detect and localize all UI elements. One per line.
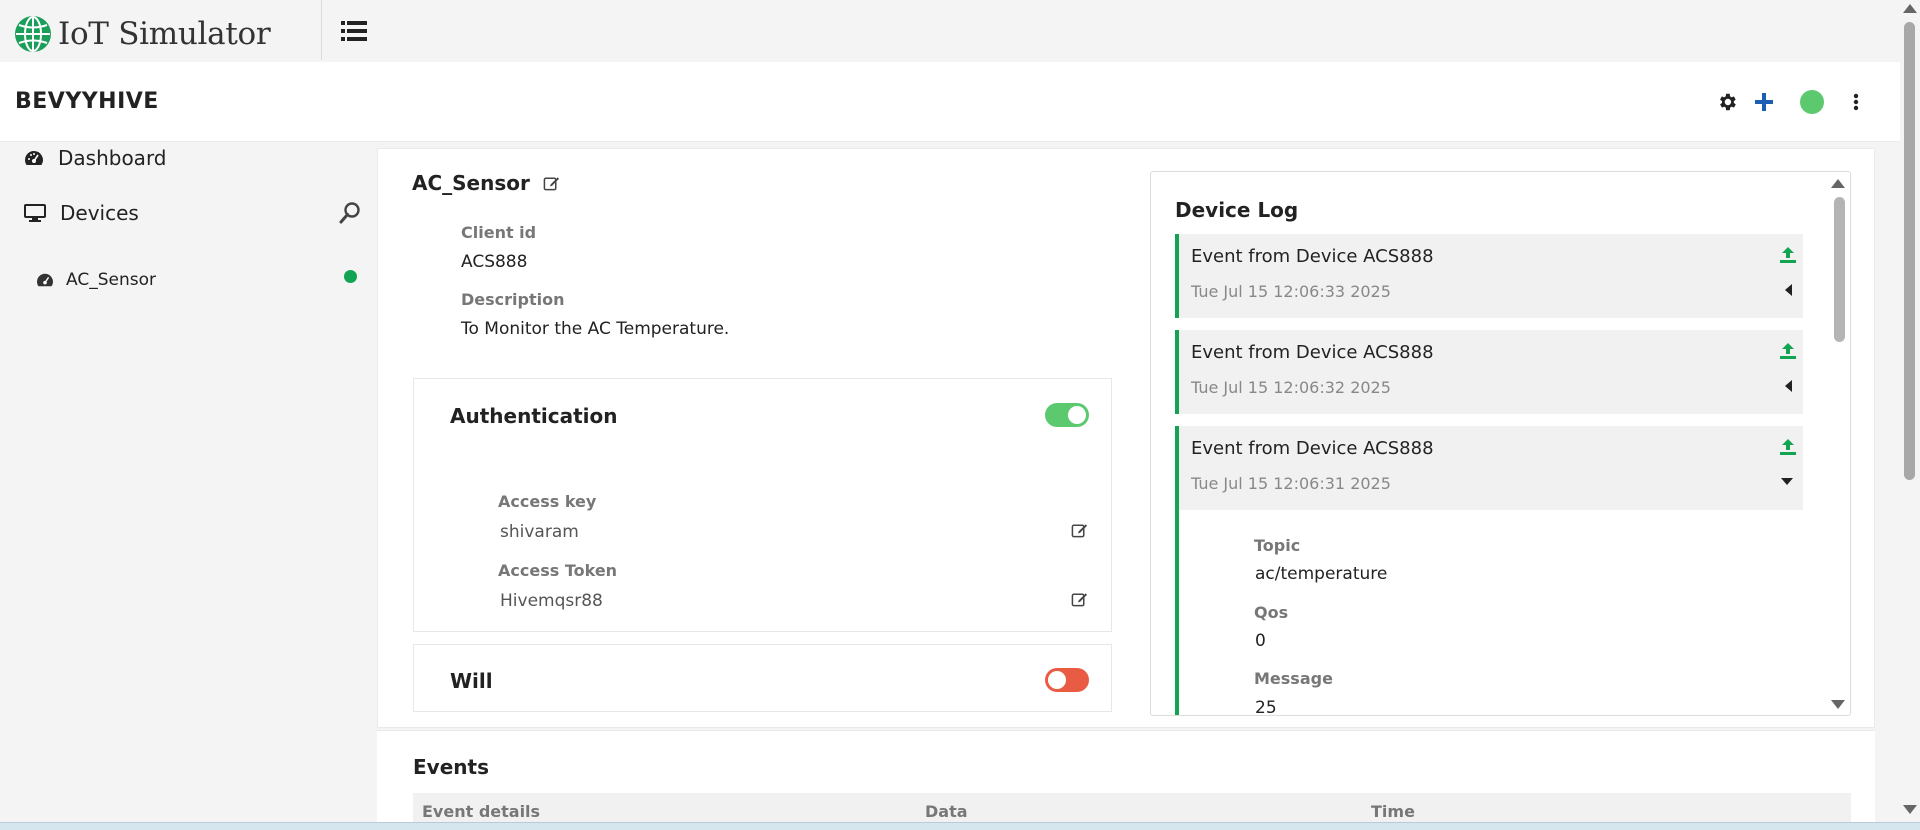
upload-icon[interactable] (1779, 342, 1797, 360)
log-entry-time: Tue Jul 15 12:06:32 2025 (1191, 378, 1391, 397)
project-name: BEVYYHIVE (15, 89, 159, 114)
client-id-label: Client id (461, 223, 537, 242)
search-icon[interactable] (338, 201, 362, 225)
log-entry-expanded[interactable]: Event from Device ACS888 Tue Jul 15 12:0… (1175, 426, 1803, 510)
access-key-value: shivaram (500, 522, 579, 542)
edit-icon[interactable] (543, 175, 560, 192)
gear-icon[interactable] (1716, 91, 1738, 113)
access-key-label: Access key (498, 492, 597, 511)
description-label: Description (461, 290, 565, 309)
device-item-label: AC_Sensor (66, 270, 156, 290)
plus-icon[interactable] (1754, 92, 1774, 112)
sidebar-item-dashboard[interactable]: Dashboard (24, 146, 167, 170)
events-table-header: Event details Data Time (413, 793, 1851, 823)
page-scroll-thumb[interactable] (1904, 22, 1915, 480)
column-header-time[interactable]: Time (1371, 802, 1415, 821)
qos-label: Qos (1254, 603, 1289, 622)
scroll-down-arrow-icon[interactable] (1831, 700, 1845, 709)
message-label: Message (1254, 669, 1333, 688)
sidebar-item-label: Devices (60, 201, 139, 225)
more-vertical-icon[interactable] (1852, 92, 1860, 112)
will-title: Will (450, 669, 493, 693)
scroll-up-arrow-icon[interactable] (1831, 179, 1845, 188)
device-log-title: Device Log (1175, 198, 1299, 222)
will-section (413, 644, 1112, 712)
log-entry-title: Event from Device ACS888 (1191, 246, 1434, 267)
will-toggle[interactable] (1045, 668, 1089, 692)
authentication-title: Authentication (450, 404, 618, 428)
project-header: BEVYYHIVE (0, 62, 1900, 142)
sidebar (0, 142, 372, 830)
access-token-label: Access Token (498, 561, 618, 580)
window-bottom-edge (0, 822, 1920, 830)
monitor-icon (24, 204, 46, 222)
upload-icon[interactable] (1779, 246, 1797, 264)
top-bar: IoT Simulator (0, 0, 1900, 62)
log-entry-time: Tue Jul 15 12:06:33 2025 (1191, 282, 1391, 301)
device-online-status (344, 270, 357, 283)
list-menu-icon[interactable] (341, 20, 367, 42)
log-entry-title: Event from Device ACS888 (1191, 438, 1434, 459)
app-title: IoT Simulator (58, 16, 271, 52)
caret-left-icon[interactable] (1785, 380, 1793, 392)
upload-icon[interactable] (1779, 438, 1797, 456)
dashboard-icon (37, 273, 53, 287)
events-title: Events (413, 755, 489, 779)
client-id-value: ACS888 (461, 252, 528, 272)
access-token-value: Hivemqsr88 (500, 591, 603, 611)
column-header-data[interactable]: Data (925, 802, 968, 821)
divider (321, 0, 322, 60)
authentication-toggle[interactable] (1045, 403, 1089, 427)
sidebar-item-devices[interactable]: Devices (24, 201, 139, 225)
device-log-panel[interactable]: Device Log Event from Device ACS888 Tue … (1150, 171, 1851, 716)
edit-access-key-icon[interactable] (1071, 522, 1088, 539)
caret-down-icon[interactable] (1781, 478, 1793, 486)
log-entry-title: Event from Device ACS888 (1191, 342, 1434, 363)
device-log-scroll-thumb[interactable] (1834, 197, 1845, 342)
qos-value: 0 (1255, 631, 1266, 651)
caret-left-icon[interactable] (1785, 284, 1793, 296)
column-header-event-details[interactable]: Event details (422, 802, 540, 821)
description-value: To Monitor the AC Temperature. (461, 319, 730, 339)
dashboard-icon (25, 151, 43, 165)
topic-value: ac/temperature (1255, 564, 1388, 584)
app-logo[interactable]: IoT Simulator (14, 15, 271, 53)
sidebar-item-label: Dashboard (58, 146, 167, 170)
log-entry[interactable]: Event from Device ACS888 Tue Jul 15 12:0… (1175, 330, 1803, 414)
globe-icon (15, 16, 51, 52)
log-entry[interactable]: Event from Device ACS888 Tue Jul 15 12:0… (1175, 234, 1803, 318)
device-name: AC_Sensor (412, 171, 530, 195)
page-scroll-down-icon[interactable] (1903, 805, 1917, 814)
connection-status-indicator[interactable] (1800, 90, 1824, 114)
page-scroll-up-icon[interactable] (1903, 4, 1917, 13)
topic-label: Topic (1254, 536, 1301, 555)
log-entry-time: Tue Jul 15 12:06:31 2025 (1191, 474, 1391, 493)
message-value: 25 (1255, 698, 1277, 716)
log-entry-detail: Topic ac/temperature Qos 0 Message 25 (1175, 510, 1803, 716)
edit-access-token-icon[interactable] (1071, 591, 1088, 608)
device-item-ac-sensor[interactable]: AC_Sensor (36, 270, 156, 290)
